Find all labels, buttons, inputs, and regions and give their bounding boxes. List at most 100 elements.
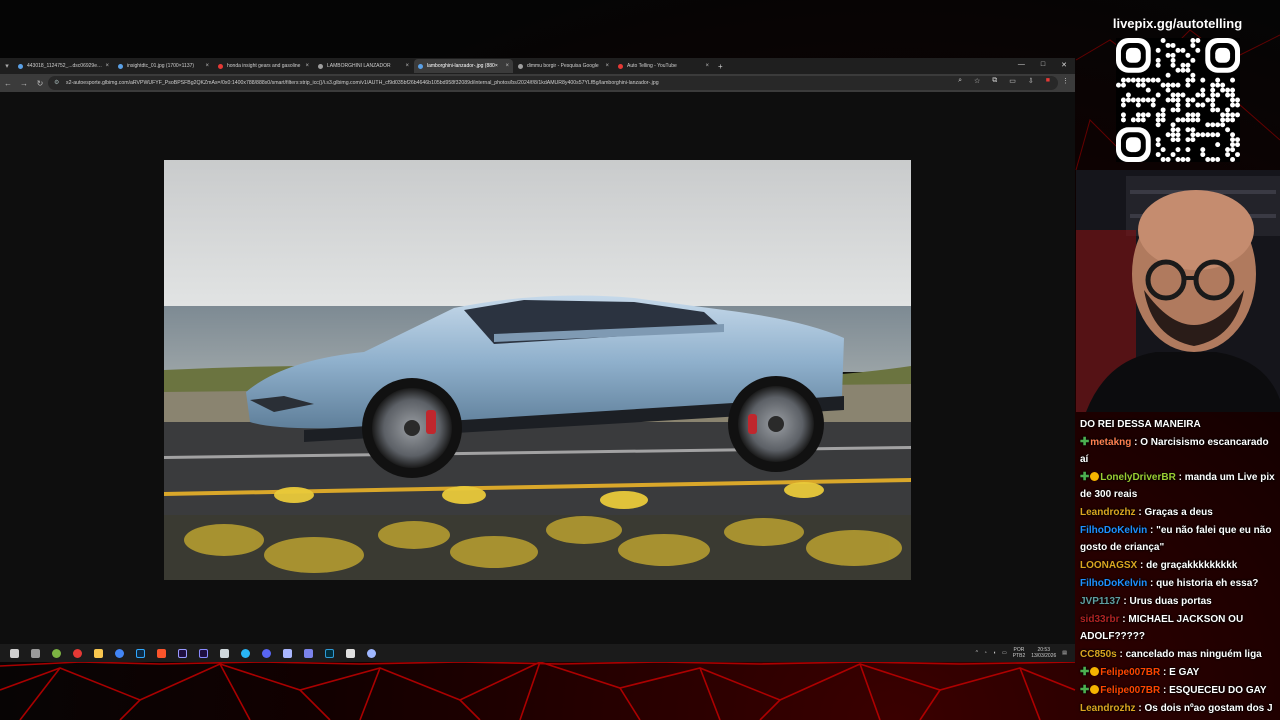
language-indicator[interactable]: POR PTB2 xyxy=(1013,647,1026,659)
bookmark-star-icon[interactable]: ☆ xyxy=(974,77,980,85)
task-view-icon[interactable] xyxy=(25,644,46,662)
browser-tab[interactable]: honda insight gears and gasoline × xyxy=(214,59,313,73)
wifi-icon[interactable]: ◔ xyxy=(984,650,987,656)
capcut-icon[interactable] xyxy=(340,644,361,662)
tab-favicon-icon xyxy=(318,63,323,69)
chat-text: Os dois nºao gostam dos J xyxy=(1144,703,1273,714)
forward-icon[interactable]: → xyxy=(16,79,32,88)
calendar-icon[interactable] xyxy=(277,644,298,662)
chat-message: CC850s : cancelado mas ninguém liga xyxy=(1080,646,1276,663)
sub-badge-icon: ✚ xyxy=(1080,666,1090,678)
tab-favicon-icon xyxy=(418,63,423,69)
close-tab-icon[interactable]: × xyxy=(605,63,609,69)
close-tab-icon[interactable]: × xyxy=(405,63,409,69)
chat-text: ESQUECEU DO GAY xyxy=(1169,685,1267,696)
back-icon[interactable]: ← xyxy=(0,79,16,88)
chat-text: cancelado mas ninguém liga xyxy=(1125,649,1262,660)
minimize-icon[interactable]: — xyxy=(1018,61,1025,69)
site-info-icon[interactable]: ⚙ xyxy=(54,76,59,90)
livepix-label: livepix.gg/autotelling xyxy=(1112,16,1243,31)
chat-separator: : xyxy=(1160,667,1170,678)
chat-username[interactable]: Felipe007BR xyxy=(1100,685,1160,696)
edge-icon[interactable] xyxy=(235,644,256,662)
chat-username[interactable]: Felipe007BR xyxy=(1100,667,1160,678)
menu-icon[interactable]: ⋮ xyxy=(1062,77,1069,85)
notifications-icon[interactable]: ▤ xyxy=(1062,650,1067,656)
browser-tab[interactable]: insightdtc_01.jpg (1700×1137) × xyxy=(114,59,213,73)
media-encoder-icon[interactable] xyxy=(193,644,214,662)
close-tab-icon[interactable]: × xyxy=(305,63,309,69)
close-window-icon[interactable]: ✕ xyxy=(1061,61,1067,69)
chat-message: JVP1137 : Urus duas portas xyxy=(1080,593,1276,610)
close-tab-icon[interactable]: × xyxy=(505,63,509,69)
file-explorer-icon[interactable] xyxy=(88,644,109,662)
tab-title: Auto Telling - YouTube xyxy=(627,63,677,69)
tab-search-icon[interactable]: ▾ xyxy=(0,58,14,74)
windows-taskbar: ^ ◔ ◖ ▭ POR PTB2 20:53 13/03/2026 ▤ xyxy=(0,644,1075,662)
bits-badge-icon xyxy=(1090,685,1100,694)
tray-chevron-icon[interactable]: ^ xyxy=(976,650,978,656)
car-photo[interactable] xyxy=(164,160,911,580)
reload-icon[interactable]: ↻ xyxy=(32,79,48,88)
close-tab-icon[interactable]: × xyxy=(705,63,709,69)
chat-username[interactable]: LonelyDriverBR xyxy=(1100,472,1176,483)
browser-tab[interactable]: LAMBORGHINI LANZADOR × xyxy=(314,59,413,73)
chat-separator: : xyxy=(1147,578,1157,589)
volume-icon[interactable]: ◖ xyxy=(993,650,996,656)
chat-text: Graças a deus xyxy=(1144,507,1213,518)
network-icon[interactable] xyxy=(361,644,382,662)
chat-separator: : xyxy=(1120,596,1130,607)
audition-icon[interactable] xyxy=(319,644,340,662)
chat-panel: DO REI DESSA MANEIRA ✚metakng : O Narcisi… xyxy=(1076,414,1280,720)
obs-icon[interactable] xyxy=(67,644,88,662)
chrome-icon[interactable] xyxy=(109,644,130,662)
clock-date: 13/03/2026 xyxy=(1031,653,1057,659)
chat-username[interactable]: FilhoDoKelvin xyxy=(1080,525,1147,536)
chat-username[interactable]: metakng xyxy=(1090,437,1131,448)
notes-icon[interactable] xyxy=(214,644,235,662)
chat-message: FilhoDoKelvin : que historia eh essa? xyxy=(1080,575,1276,592)
tab-favicon-icon xyxy=(618,63,623,69)
brave-icon[interactable] xyxy=(151,644,172,662)
chat-separator: : xyxy=(1137,560,1147,571)
extensions-icon[interactable]: ⧉ xyxy=(992,77,997,85)
browser-tab-active[interactable]: lamborghini-lanzador-.jpg (880× × xyxy=(414,59,513,73)
chat-username[interactable]: Leandrozhz xyxy=(1080,703,1136,714)
chat-username[interactable]: LOONAGSX xyxy=(1080,560,1137,571)
profile-icon[interactable]: ■ xyxy=(1046,77,1050,85)
tab-favicon-icon xyxy=(518,63,523,69)
url-field[interactable]: ⚙ s2-autoesporte.glbimg.com/aRVPWUFYF_Ps… xyxy=(48,76,1058,90)
chat-text: que historia eh essa? xyxy=(1156,578,1259,589)
chat-message: ✚metakng : O Narcisismo escancarado aí xyxy=(1080,434,1276,468)
browser-tab[interactable]: Auto Telling - YouTube × xyxy=(614,59,713,73)
chat-username[interactable]: JVP1137 xyxy=(1080,596,1121,607)
chat-username[interactable]: FilhoDoKelvin xyxy=(1080,578,1147,589)
download-icon[interactable]: ⇩ xyxy=(1028,77,1034,85)
bits-badge-icon xyxy=(1090,472,1100,481)
browser-tab[interactable]: dimmu borgir - Pesquisa Google × xyxy=(514,59,613,73)
browser-tab[interactable]: 443018_1124752_...dsc06929e.jpg × xyxy=(14,59,113,73)
clock[interactable]: 20:53 13/03/2026 xyxy=(1031,647,1056,659)
maximize-icon[interactable]: □ xyxy=(1041,61,1045,69)
teams-icon[interactable] xyxy=(298,644,319,662)
chat-username[interactable]: sid33rbr xyxy=(1080,614,1119,625)
sidebar-icon[interactable]: ▭ xyxy=(1009,77,1016,85)
tab-favicon-icon xyxy=(118,63,123,69)
browser-app-icon[interactable] xyxy=(46,644,67,662)
chat-message: sid33rbr : MICHAEL JACKSON OU ADOLF????? xyxy=(1080,611,1276,645)
discord-icon[interactable] xyxy=(256,644,277,662)
battery-icon[interactable]: ▭ xyxy=(1002,650,1007,656)
zoom-icon[interactable]: ⌕ xyxy=(958,77,962,85)
chat-message: FilhoDoKelvin : "eu não falei que eu não… xyxy=(1080,522,1276,556)
chat-username[interactable]: CC850s xyxy=(1080,649,1117,660)
address-bar-row: ← → ↻ ⚙ s2-autoesporte.glbimg.com/aRVPWU… xyxy=(0,74,1075,92)
new-tab-icon[interactable]: + xyxy=(718,62,723,71)
photoshop-icon[interactable] xyxy=(130,644,151,662)
qr-code-image xyxy=(1116,38,1240,162)
close-tab-icon[interactable]: × xyxy=(105,63,109,69)
start-icon[interactable] xyxy=(4,644,25,662)
chat-username[interactable]: Leandrozhz xyxy=(1080,507,1136,518)
tab-title: honda insight gears and gasoline xyxy=(227,63,301,69)
close-tab-icon[interactable]: × xyxy=(205,63,209,69)
premiere-icon[interactable] xyxy=(172,644,193,662)
